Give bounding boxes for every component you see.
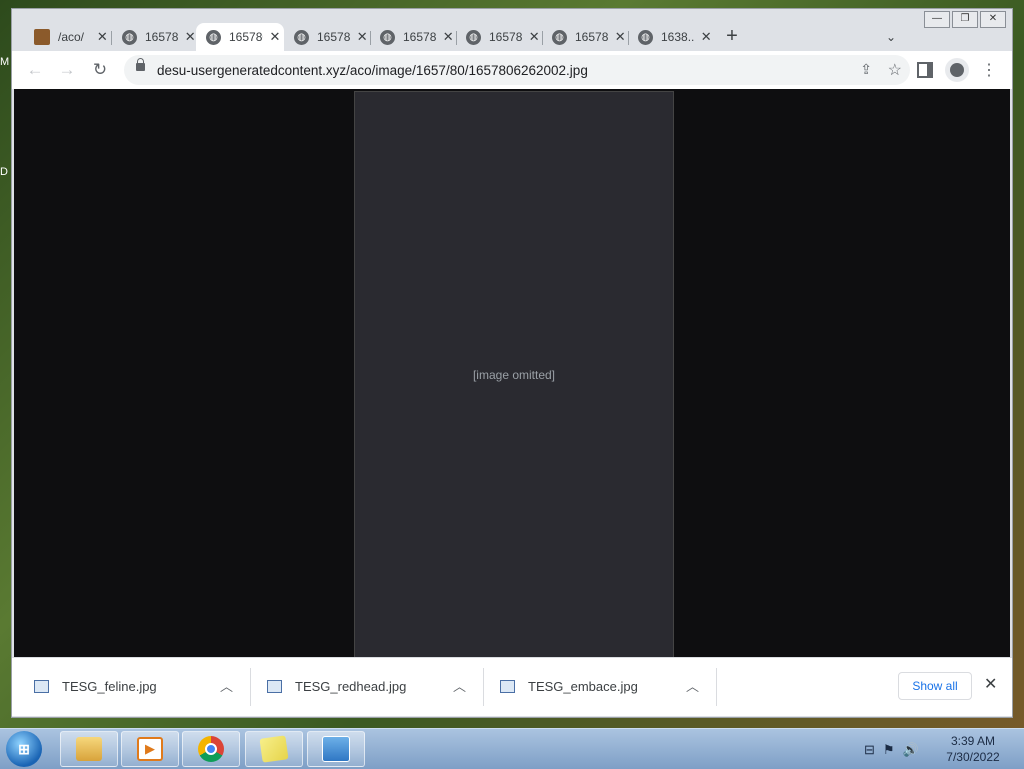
globe-icon: ◍ xyxy=(466,29,481,45)
start-button[interactable]: ⊞ xyxy=(6,731,42,767)
page-content: [image omitted] xyxy=(14,89,1010,659)
close-icon[interactable]: ✕ xyxy=(698,29,714,45)
reload-button[interactable]: ↻ xyxy=(89,60,111,80)
tab-8[interactable]: ◍ 1638... ✕ xyxy=(628,23,714,51)
download-filename: TESG_embace.jpg xyxy=(528,679,638,694)
bookmark-star-icon[interactable]: ☆ xyxy=(888,60,902,80)
download-item[interactable]: TESG_feline.jpg ︿ xyxy=(12,658,245,716)
kebab-menu-icon[interactable]: ⋮ xyxy=(978,60,1000,82)
tab-title: 1657806262002.jpg xyxy=(317,30,351,44)
close-icon[interactable]: ✕ xyxy=(526,29,542,45)
tab-2[interactable]: ◍ 1657806262002.jpg ✕ xyxy=(112,23,198,51)
tab-search-chevron-icon[interactable]: ⌄ xyxy=(886,23,906,51)
browser-toolbar: ← → ↻ desu-usergeneratedcontent.xyz/aco/… xyxy=(12,51,1012,89)
media-player-icon: ▶ xyxy=(137,737,163,761)
download-shelf: TESG_feline.jpg ︿ TESG_redhead.jpg ︿ TES… xyxy=(12,657,1012,716)
tab-title: 1657806262002.jpg xyxy=(489,30,523,44)
volume-icon[interactable]: 🔊 xyxy=(903,742,919,758)
tab-title: 1657806262002.jpg xyxy=(575,30,609,44)
download-filename: TESG_redhead.jpg xyxy=(295,679,407,694)
image-file-icon xyxy=(34,680,49,693)
globe-icon: ◍ xyxy=(294,29,309,45)
folder-icon xyxy=(76,737,102,761)
taskbar-chrome[interactable] xyxy=(182,731,240,767)
taskbar: ⊞ ▶ ⊟ ⚑ 🔊 3:39 AM 7/30/2022 xyxy=(0,728,1024,769)
image-viewer-placeholder[interactable]: [image omitted] xyxy=(354,91,674,659)
tab-title: /aco/ xyxy=(58,30,85,44)
system-tray: ⊟ ⚑ 🔊 xyxy=(864,742,919,758)
tab-1[interactable]: /aco/ ✕ xyxy=(24,23,110,51)
download-item[interactable]: TESG_embace.jpg ︿ xyxy=(478,658,711,716)
taskbar-control-panel[interactable] xyxy=(307,731,365,767)
globe-icon: ◍ xyxy=(122,29,137,45)
tab-6[interactable]: ◍ 1657806262002.jpg ✕ xyxy=(456,23,542,51)
taskbar-clock[interactable]: 3:39 AM 7/30/2022 xyxy=(940,733,1006,765)
chevron-up-icon[interactable]: ︿ xyxy=(453,676,466,695)
globe-icon: ◍ xyxy=(638,29,653,45)
tab-title: 1657806262002.jpg xyxy=(145,30,179,44)
download-item[interactable]: TESG_redhead.jpg ︿ xyxy=(245,658,478,716)
lock-icon[interactable] xyxy=(136,58,145,71)
taskbar-media-player[interactable]: ▶ xyxy=(121,731,179,767)
close-icon[interactable]: ✕ xyxy=(267,29,283,45)
close-icon[interactable]: ✕ xyxy=(354,29,370,45)
browser-window: — ❐ ✕ /aco/ ✕ ◍ 1657806262002.jpg ✕ ◍ 16… xyxy=(11,8,1013,718)
taskbar-file-explorer[interactable] xyxy=(60,731,118,767)
close-icon[interactable]: ✕ xyxy=(95,29,110,45)
taskbar-sticky-notes[interactable] xyxy=(245,731,303,767)
sticky-notes-icon xyxy=(259,735,289,763)
profile-avatar-icon[interactable] xyxy=(945,58,969,82)
globe-icon: ◍ xyxy=(552,29,567,45)
show-all-button[interactable]: Show all xyxy=(898,672,972,700)
address-bar[interactable]: desu-usergeneratedcontent.xyz/aco/image/… xyxy=(124,55,910,85)
close-download-shelf-icon[interactable]: ✕ xyxy=(984,674,997,694)
action-center-flag-icon[interactable]: ⚑ xyxy=(883,742,895,758)
clock-date: 7/30/2022 xyxy=(946,750,1000,764)
globe-icon: ◍ xyxy=(206,29,221,45)
download-filename: TESG_feline.jpg xyxy=(62,679,157,694)
side-panel-icon[interactable] xyxy=(914,60,936,82)
forward-button[interactable]: → xyxy=(56,60,78,80)
url-text[interactable]: desu-usergeneratedcontent.xyz/aco/image/… xyxy=(157,63,588,78)
close-icon[interactable]: ✕ xyxy=(612,29,628,45)
image-placeholder-label: [image omitted] xyxy=(472,368,556,382)
tab-title: 1638... xyxy=(661,30,695,44)
tab-4[interactable]: ◍ 1657806262002.jpg ✕ xyxy=(284,23,370,51)
image-file-icon xyxy=(267,680,282,693)
globe-icon: ◍ xyxy=(380,29,395,45)
back-button[interactable]: ← xyxy=(24,60,46,80)
image-file-icon xyxy=(500,680,515,693)
tab-5[interactable]: ◍ 1657806262002.jpg ✕ xyxy=(370,23,456,51)
tab-title: 1657806262002.jpg xyxy=(229,30,263,44)
download-divider xyxy=(716,668,717,706)
chevron-up-icon[interactable]: ︿ xyxy=(220,676,233,695)
share-icon[interactable]: ⇪ xyxy=(860,61,872,78)
chevron-up-icon[interactable]: ︿ xyxy=(686,676,699,695)
tab-title: 1657806262002.jpg xyxy=(403,30,437,44)
tab-3-active[interactable]: ◍ 1657806262002.jpg ✕ xyxy=(196,23,284,51)
new-tab-button[interactable]: + xyxy=(720,23,744,51)
tab-strip: /aco/ ✕ ◍ 1657806262002.jpg ✕ ◍ 16578062… xyxy=(12,23,1012,51)
clock-time: 3:39 AM xyxy=(950,734,996,748)
chrome-icon xyxy=(198,736,224,762)
control-panel-icon xyxy=(322,736,350,762)
network-icon[interactable]: ⊟ xyxy=(864,742,875,758)
image-favicon-icon xyxy=(34,29,50,45)
tab-7[interactable]: ◍ 1657806262002.jpg ✕ xyxy=(542,23,628,51)
close-icon[interactable]: ✕ xyxy=(440,29,456,45)
